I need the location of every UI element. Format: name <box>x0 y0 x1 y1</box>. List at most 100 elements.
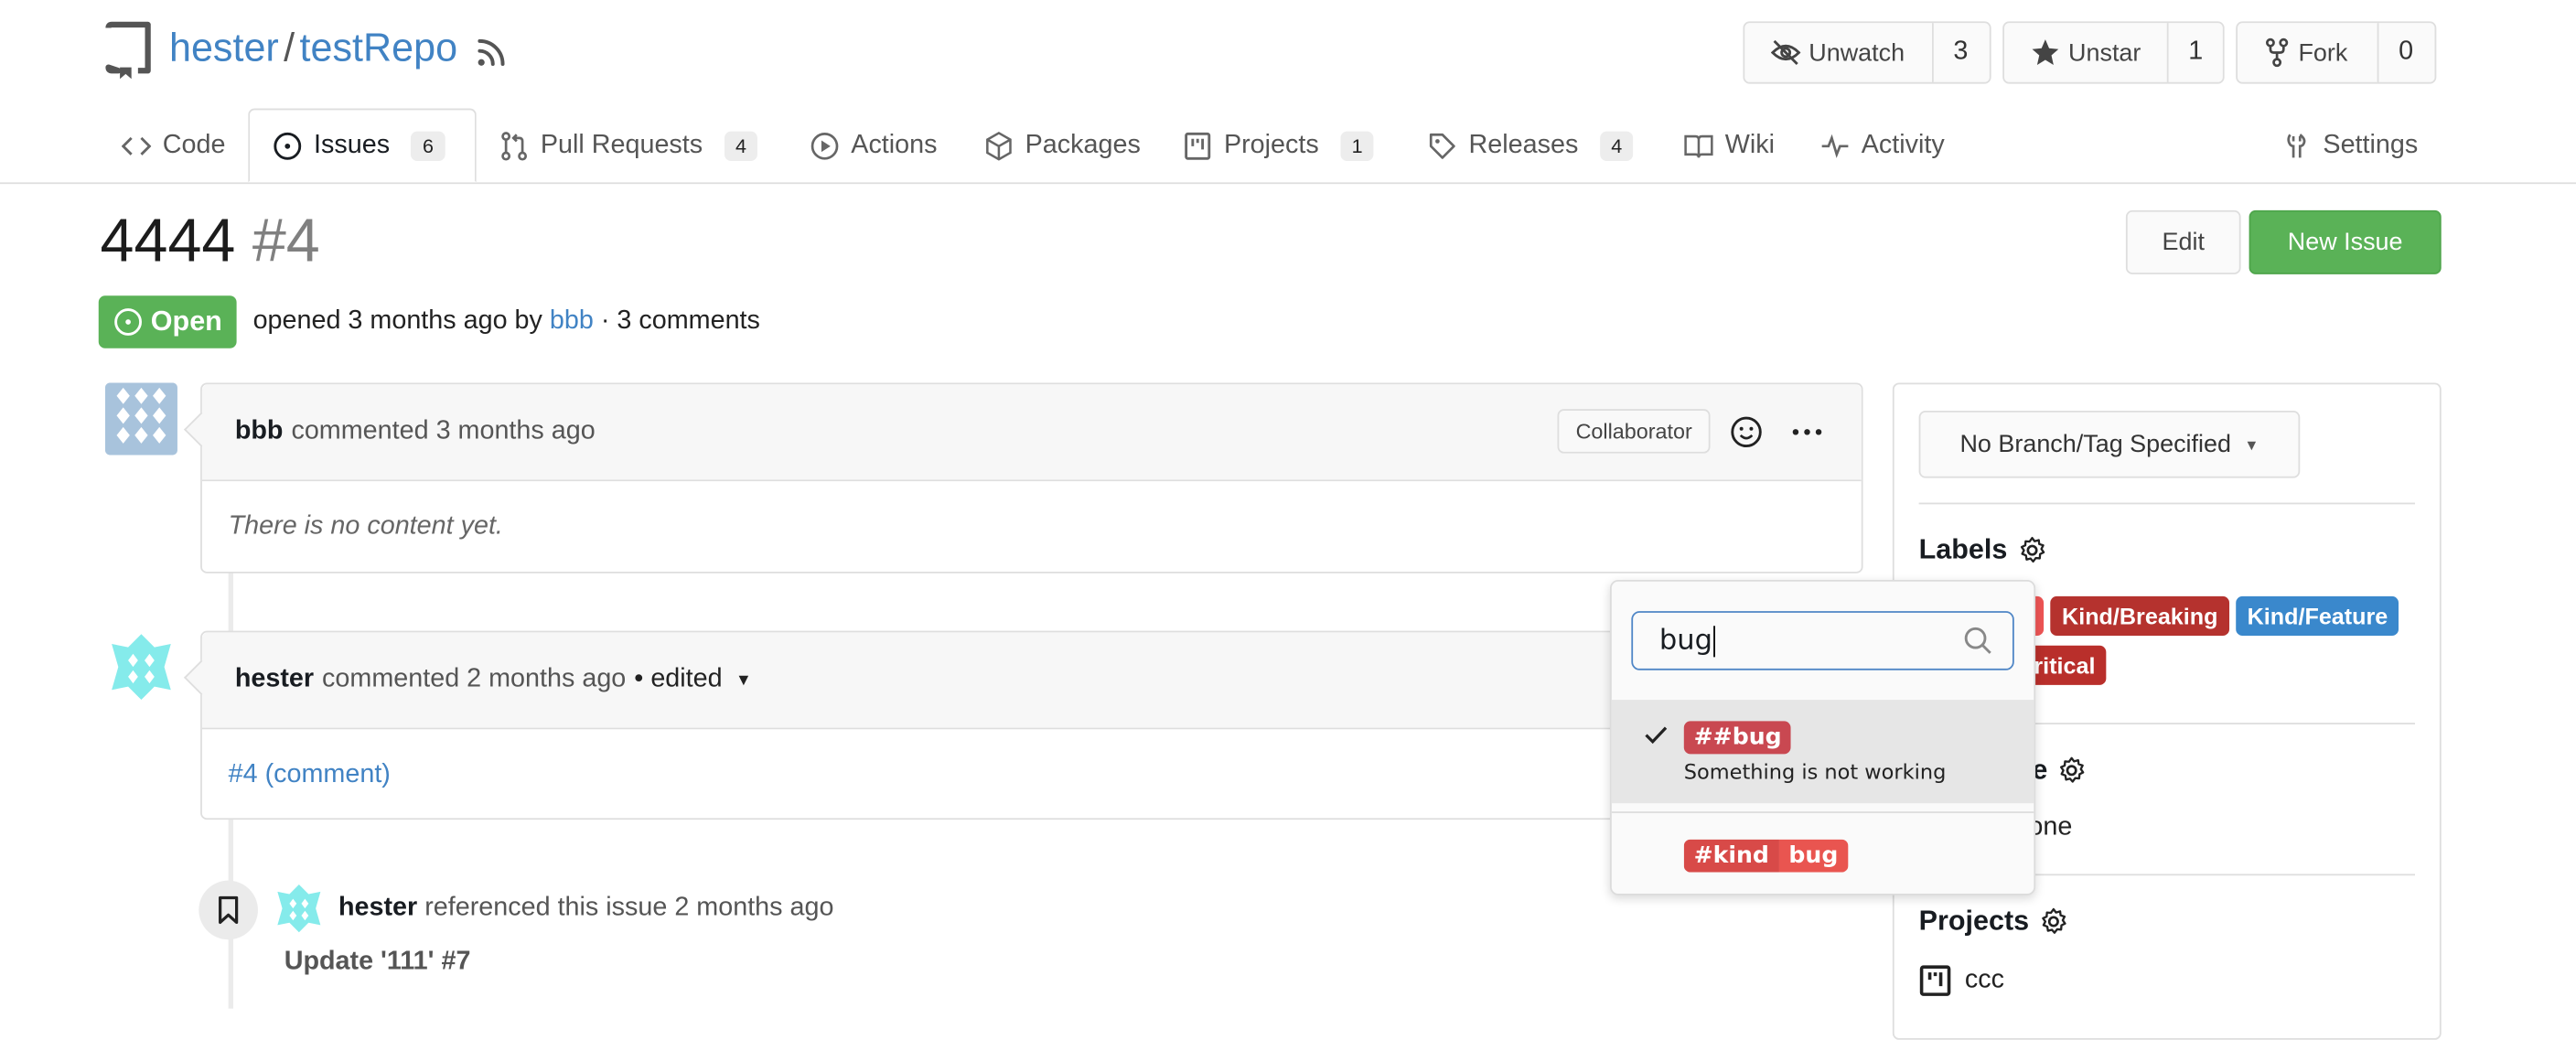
comment-header: bbb commented 3 months ago Collaborator <box>183 384 1862 482</box>
tab-releases-label: Releases <box>1468 130 1579 159</box>
tab-releases-count: 4 <box>1599 130 1634 161</box>
label-option-selected[interactable]: ##bug Something is not working <box>1611 700 2034 804</box>
label-option-description: Something is not working <box>1683 758 1947 784</box>
tab-issues-count: 6 <box>411 130 445 161</box>
comment-arrow <box>183 659 220 695</box>
tab-packages-label: Packages <box>1025 130 1141 159</box>
project-icon <box>1919 964 1952 997</box>
label-badge[interactable]: Kind/Feature <box>2236 595 2399 637</box>
tab-pull-requests[interactable]: Pull Requests 4 <box>499 109 758 183</box>
comment-author[interactable]: bbb <box>235 417 284 446</box>
fork-count[interactable]: 0 <box>2378 23 2432 82</box>
issue-title: 4444 #4 <box>101 207 320 275</box>
branch-selector[interactable]: No Branch/Tag Specified ▼ <box>1918 410 2301 478</box>
fork-button-group: Fork 0 <box>2236 21 2437 84</box>
projects-heading[interactable]: Projects <box>1919 906 2069 938</box>
project-item[interactable]: ccc <box>1919 964 2004 997</box>
text-cursor <box>1713 625 1716 657</box>
tab-settings-label: Settings <box>2323 130 2419 159</box>
fork-button[interactable]: Fork <box>2238 23 2379 82</box>
package-icon <box>984 131 1014 160</box>
fork-icon <box>2264 38 2291 68</box>
tab-code-label: Code <box>162 130 226 159</box>
edited-indicator[interactable]: • edited <box>634 665 722 694</box>
issue-author-link[interactable]: bbb <box>550 307 594 336</box>
watch-count[interactable]: 3 <box>1934 23 1988 82</box>
comment-arrow <box>183 412 220 447</box>
comment-body: There is no content yet. <box>228 512 503 541</box>
unstar-label: Unstar <box>2068 38 2141 67</box>
projects-heading-text: Projects <box>1918 905 2030 937</box>
tab-activity[interactable]: Activity <box>1820 109 1945 183</box>
kebab-horizontal-icon[interactable] <box>1789 414 1826 451</box>
label-search-input[interactable]: bug <box>1631 611 2014 670</box>
tab-pull-requests-label: Pull Requests <box>540 130 703 159</box>
smiley-icon[interactable] <box>1730 415 1763 448</box>
label-scope: #kind <box>1683 839 1779 873</box>
new-issue-button[interactable]: New Issue <box>2249 209 2442 274</box>
project-name: ccc <box>1964 965 2004 994</box>
repo-name-link[interactable]: testRepo <box>300 27 458 70</box>
reference-author[interactable]: hester <box>338 894 417 922</box>
role-badge: Collaborator <box>1557 409 1711 454</box>
tab-issues[interactable]: Issues 6 <box>248 108 477 183</box>
avatar[interactable] <box>273 882 325 934</box>
star-button-group: Unstar 1 <box>2002 21 2225 84</box>
unwatch-label: Unwatch <box>1809 38 1905 67</box>
gear-icon[interactable] <box>2057 756 2087 785</box>
tab-projects-count: 1 <box>1340 130 1375 161</box>
tab-releases[interactable]: Releases 4 <box>1428 109 1634 183</box>
unwatch-button[interactable]: Unwatch <box>1744 23 1934 82</box>
labels-heading[interactable]: Labels <box>1919 534 2047 567</box>
comment-time: commented 2 months ago <box>322 665 627 693</box>
tab-settings[interactable]: Settings <box>2282 109 2419 183</box>
caret-down-icon: ▼ <box>2244 435 2259 453</box>
avatar[interactable] <box>104 630 177 703</box>
tools-icon <box>2282 131 2312 160</box>
gear-icon[interactable] <box>2017 535 2046 564</box>
comment-time: commented 3 months ago <box>291 417 596 445</box>
label-scope-value: bug <box>1778 839 1849 873</box>
tab-wiki[interactable]: Wiki <box>1684 109 1775 183</box>
avatar[interactable] <box>104 382 177 456</box>
repo-title: hester / testRepo <box>169 27 457 72</box>
divider <box>1918 502 2415 505</box>
project-icon <box>1183 131 1212 160</box>
gear-icon[interactable] <box>2039 906 2068 936</box>
tab-actions[interactable]: Actions <box>810 109 938 183</box>
tab-packages[interactable]: Packages <box>984 109 1141 183</box>
label-select-dropdown: bug ##bug Something is not working #kind… <box>1609 579 2036 895</box>
issue-number: #4 <box>252 207 320 274</box>
search-icon <box>1963 626 1992 655</box>
issue-meta: opened 3 months ago by bbb · 3 comments <box>253 307 760 337</box>
issue-meta-prefix: opened 3 months ago by <box>252 306 542 336</box>
edit-button[interactable]: Edit <box>2125 209 2241 274</box>
comment-author[interactable]: hester <box>235 665 314 694</box>
label-badge[interactable]: Kind/Breaking <box>2050 595 2230 637</box>
page: hester / testRepo Unwatch 3 Unstar 1 Fork … <box>0 0 2576 1040</box>
issue-opened-icon <box>113 307 142 337</box>
issue-meta-suffix: · 3 comments <box>600 306 760 336</box>
reference-event-text: hester referenced this issue 2 months ag… <box>338 894 833 923</box>
star-icon <box>2031 38 2060 67</box>
tab-code[interactable]: Code <box>121 109 226 183</box>
labels-heading-text: Labels <box>1918 533 2008 565</box>
issue-title-text: 4444 <box>100 207 236 274</box>
caret-down-icon[interactable]: ▼ <box>735 671 752 690</box>
comment-link[interactable]: #4 (comment) <box>229 760 391 789</box>
status-badge: Open <box>98 295 237 348</box>
status-label: Open <box>150 306 222 338</box>
git-pull-request-icon <box>499 131 529 160</box>
code-icon <box>121 131 152 160</box>
repo-owner-link[interactable]: hester <box>169 27 279 70</box>
rss-feed-icon[interactable] <box>475 37 508 70</box>
issue-opened-icon <box>273 131 302 160</box>
star-count[interactable]: 1 <box>2169 23 2223 82</box>
eye-slash-icon <box>1770 38 1801 67</box>
tab-projects[interactable]: Projects 1 <box>1183 109 1375 183</box>
label-option[interactable]: #kind bug <box>1683 839 1849 873</box>
reference-event-badge <box>199 880 258 940</box>
reference-link[interactable]: Update '111' #7 <box>284 948 471 977</box>
unstar-button[interactable]: Unstar <box>2004 23 2169 82</box>
tab-activity-label: Activity <box>1861 130 1945 159</box>
